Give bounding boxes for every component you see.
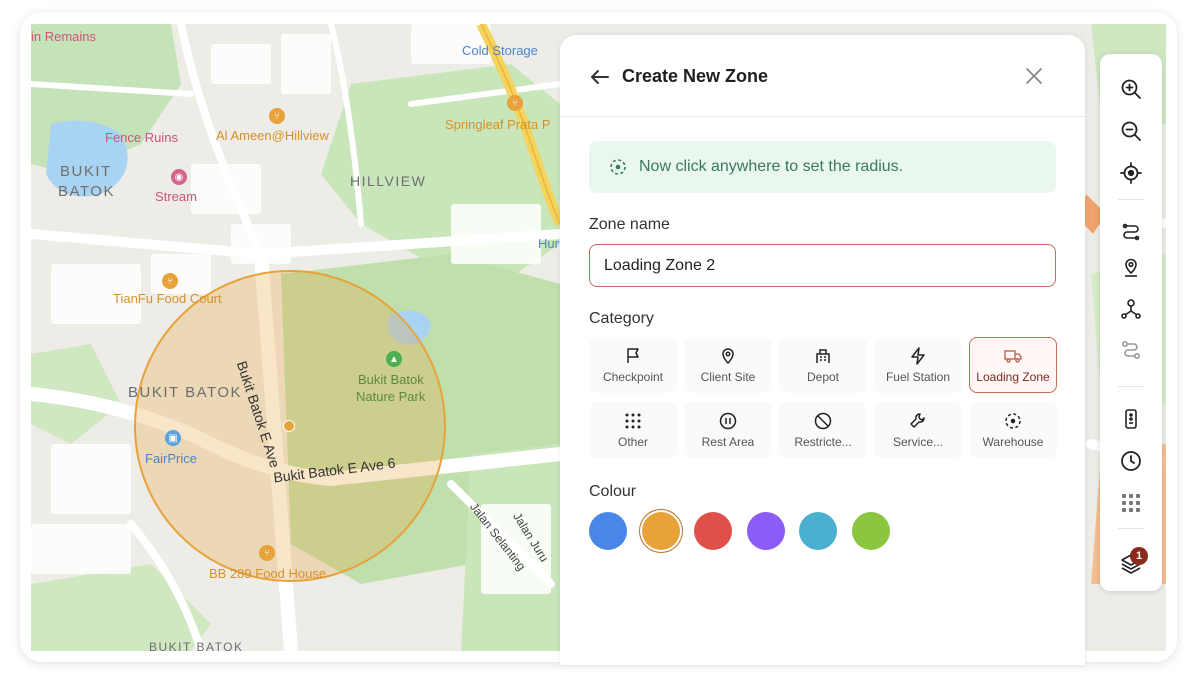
instruction-banner: Now click anywhere to set the radius. — [589, 141, 1056, 193]
target-dashed-icon — [610, 159, 626, 175]
location-dot-icon — [283, 420, 295, 432]
flag-icon — [627, 347, 639, 363]
map-pin-icon[interactable] — [1118, 255, 1144, 281]
map-label-stream: Stream — [155, 189, 197, 204]
map-label-bukit: BUKIT — [60, 163, 112, 180]
category-checkpoint[interactable]: Checkpoint — [589, 337, 677, 393]
restaurant-icon: ⑂ — [507, 95, 523, 111]
category-label-text: Loading Zone — [976, 369, 1050, 384]
map-label-bukit-batok-bottom: BUKIT BATOK — [149, 640, 244, 651]
category-loading-zone[interactable]: Loading Zone — [969, 337, 1057, 393]
category-label-text: Rest Area — [701, 434, 755, 449]
colour-swatch-green[interactable] — [852, 512, 890, 550]
clock-icon[interactable] — [1118, 448, 1144, 474]
map-label-ruins: in Remains — [31, 29, 97, 44]
zoom-in-icon[interactable] — [1118, 76, 1144, 102]
map-label-springleaf: Springleaf Prata P — [445, 117, 551, 132]
category-other[interactable]: Other — [589, 402, 677, 458]
layers-count-badge: 1 — [1130, 547, 1148, 565]
map-label-cold-storage: Cold Storage — [462, 43, 538, 58]
map-label-nature-park-2: Nature Park — [356, 389, 426, 404]
building-icon — [816, 348, 830, 363]
map-label-nature-park-1: Bukit Batok — [358, 372, 424, 387]
map-pin-icon — [722, 347, 734, 364]
ban-icon — [814, 412, 832, 429]
toolbar-divider — [1118, 528, 1144, 529]
path-icon[interactable] — [1118, 337, 1144, 363]
create-zone-panel: Create New Zone Now click anywhere to se… — [560, 35, 1085, 665]
route-icon[interactable] — [1118, 218, 1144, 244]
park-icon: ▲ — [386, 351, 402, 367]
zoom-out-icon[interactable] — [1118, 118, 1144, 144]
category-label-text: Service... — [892, 434, 943, 449]
category-client-site[interactable]: Client Site — [684, 337, 772, 393]
panel-header: Create New Zone — [560, 35, 1085, 117]
colour-swatch-orange[interactable] — [642, 512, 680, 550]
map-label-al-ameen: Al Ameen@Hillview — [216, 128, 329, 143]
category-label-text: Restricte... — [794, 434, 852, 449]
grid-dots-icon — [625, 413, 641, 428]
wrench-icon — [910, 412, 925, 428]
map-label-tianfu: TianFu Food Court — [113, 291, 222, 306]
map-label-bukit-batok: BUKIT BATOK — [128, 384, 243, 401]
zone-name-input[interactable] — [589, 244, 1056, 287]
map-toolbar — [1100, 54, 1162, 591]
back-arrow-icon[interactable] — [588, 65, 612, 89]
truck-icon — [1004, 349, 1022, 363]
panel-title: Create New Zone — [622, 66, 769, 86]
category-label-text: Warehouse — [982, 434, 1044, 449]
map-label-batok: BATOK — [58, 183, 115, 200]
category-label-text: Depot — [806, 369, 840, 384]
map-label-hillview: HILLVIEW — [350, 173, 427, 189]
dashed-circle-icon — [1005, 412, 1021, 429]
map-label-hum: Hur — [538, 236, 559, 251]
pause-circle-icon — [719, 412, 737, 429]
device-icon[interactable] — [1118, 406, 1144, 432]
map-label-bb-food-house: BB 289 Food House — [209, 566, 327, 581]
close-icon[interactable] — [1023, 65, 1045, 87]
lightning-icon — [911, 346, 925, 365]
category-label: Category — [589, 310, 654, 327]
restaurant-icon: ⑂ — [259, 545, 275, 561]
apps-grid-icon[interactable] — [1118, 490, 1144, 516]
category-service[interactable]: Service... — [874, 402, 962, 458]
colour-swatch-purple[interactable] — [747, 512, 785, 550]
category-label-text: Checkpoint — [602, 369, 664, 384]
camera-icon: ◉ — [171, 169, 187, 185]
category-label-text: Client Site — [700, 369, 756, 384]
category-depot[interactable]: Depot — [779, 337, 867, 393]
toolbar-divider — [1118, 199, 1144, 200]
colour-label: Colour — [589, 483, 637, 500]
colour-swatch-blue[interactable] — [589, 512, 627, 550]
colour-swatch-cyan[interactable] — [799, 512, 837, 550]
category-restricted[interactable]: Restricte... — [779, 402, 867, 458]
network-icon[interactable] — [1118, 296, 1144, 322]
shopping-icon: ▣ — [165, 430, 181, 446]
map-label-fence-ruins: Fence Ruins — [105, 130, 178, 145]
category-rest-area[interactable]: Rest Area — [684, 402, 772, 458]
zone-name-label: Zone name — [589, 216, 670, 233]
category-fuel-station[interactable]: Fuel Station — [874, 337, 962, 393]
instruction-text: Now click anywhere to set the radius. — [639, 158, 904, 175]
toolbar-divider — [1118, 386, 1144, 387]
restaurant-icon: ⑂ — [269, 108, 285, 124]
colour-swatch-red[interactable] — [694, 512, 732, 550]
restaurant-icon: ⑂ — [162, 273, 178, 289]
category-label-text: Other — [617, 434, 648, 449]
category-label-text: Fuel Station — [885, 369, 951, 384]
category-warehouse[interactable]: Warehouse — [969, 402, 1057, 458]
map-label-fairprice: FairPrice — [145, 451, 198, 466]
locate-icon[interactable] — [1118, 160, 1144, 186]
